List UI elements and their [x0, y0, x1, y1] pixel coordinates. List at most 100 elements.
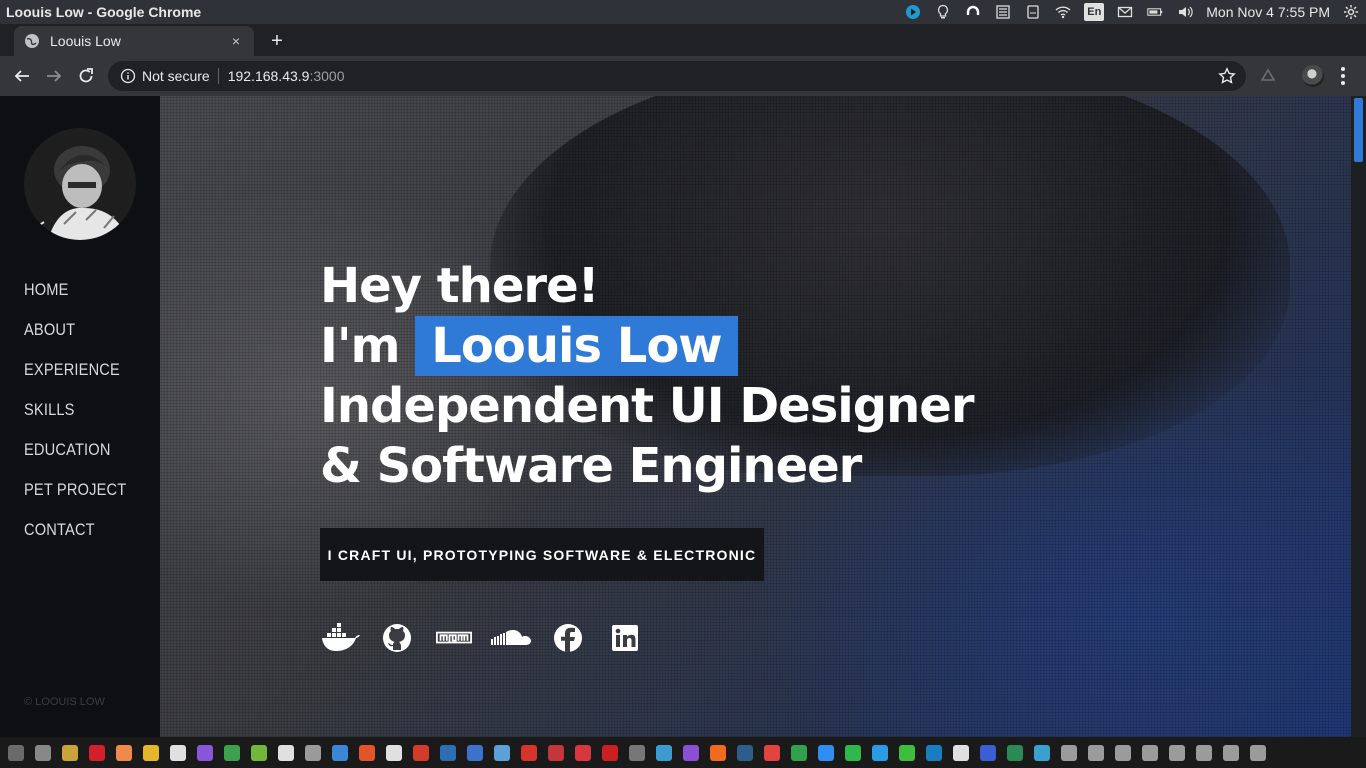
- os-top-bar: Loouis Low - Google Chrome En Mon Nov 4 …: [0, 0, 1366, 24]
- dock-app-icon[interactable]: [1034, 744, 1050, 761]
- new-tab-button[interactable]: +: [264, 28, 290, 54]
- dock-app-icon[interactable]: [332, 744, 348, 761]
- browser-toolbar: Not secure 192.168.43.9:3000: [0, 56, 1366, 96]
- dock-app-icon[interactable]: [764, 744, 780, 761]
- info-icon[interactable]: [120, 68, 136, 84]
- hero-section: Hey there! I'm Loouis Low Independent UI…: [160, 96, 1351, 737]
- tab-strip: Loouis Low × +: [0, 24, 1366, 56]
- sidebar-item-pet-project[interactable]: PET PROJECT: [24, 480, 126, 520]
- npm-icon[interactable]: [434, 622, 474, 654]
- clock[interactable]: Mon Nov 4 7:55 PM: [1206, 4, 1330, 20]
- dock-app-icon[interactable]: [872, 744, 888, 761]
- dock-app-icon[interactable]: [1007, 744, 1023, 761]
- dock-app-icon[interactable]: [1088, 744, 1104, 761]
- sidebar-item-about[interactable]: ABOUT: [24, 320, 126, 360]
- profile-avatar[interactable]: [1302, 65, 1324, 87]
- back-arrow-icon[interactable]: [10, 64, 34, 88]
- url-host: 192.168.43.9: [227, 68, 310, 84]
- dock-app-icon[interactable]: [1250, 744, 1266, 761]
- lightbulb-icon[interactable]: [934, 4, 952, 20]
- tab-title: Loouis Low: [50, 33, 121, 49]
- dock-app-icon[interactable]: [953, 744, 969, 761]
- dock-app-icon[interactable]: [89, 744, 105, 761]
- sidebar-item-home[interactable]: HOME: [24, 280, 126, 320]
- dock-app-icon[interactable]: [143, 744, 159, 761]
- dock-app-icon[interactable]: [278, 744, 294, 761]
- headline-intro: I'm Loouis Low: [320, 316, 974, 376]
- dock-app-icon[interactable]: [710, 744, 726, 761]
- dock-app-icon[interactable]: [629, 744, 645, 761]
- dock-app-icon[interactable]: [62, 744, 78, 761]
- linkedin-icon[interactable]: [605, 622, 645, 654]
- hero-headline: Hey there! I'm Loouis Low Independent UI…: [320, 256, 974, 496]
- facebook-icon[interactable]: [548, 622, 588, 654]
- security-status[interactable]: Not secure: [142, 68, 219, 84]
- dock-app-icon[interactable]: [818, 744, 834, 761]
- reload-icon[interactable]: [74, 64, 98, 88]
- bookmark-star-icon[interactable]: [1218, 67, 1236, 85]
- dock-app-icon[interactable]: [1169, 744, 1185, 761]
- sidebar-footer: © LOOUIS LOW: [24, 696, 105, 708]
- sidebar-item-contact[interactable]: CONTACT: [24, 520, 126, 560]
- sidebar-item-skills[interactable]: SKILLS: [24, 400, 126, 440]
- headphones-icon[interactable]: [964, 4, 982, 20]
- input-method-indicator[interactable]: En: [1084, 3, 1105, 21]
- dock-app-icon[interactable]: [467, 744, 483, 761]
- volume-icon[interactable]: [1176, 4, 1194, 20]
- dock-app-icon[interactable]: [197, 744, 213, 761]
- soundcloud-icon[interactable]: [491, 622, 531, 654]
- dock-app-icon[interactable]: [1223, 744, 1239, 761]
- address-bar[interactable]: Not secure 192.168.43.9:3000: [108, 61, 1246, 91]
- dock-app-icon[interactable]: [845, 744, 861, 761]
- tab-close-icon[interactable]: ×: [228, 33, 244, 49]
- device-icon[interactable]: [1024, 4, 1042, 20]
- dock-app-icon[interactable]: [359, 744, 375, 761]
- page-scrollbar[interactable]: [1351, 96, 1366, 737]
- dock-app-icon[interactable]: [116, 744, 132, 761]
- system-tray: En Mon Nov 4 7:55 PM: [904, 0, 1360, 24]
- dock-app-icon[interactable]: [386, 744, 402, 761]
- globe-icon: [25, 34, 39, 48]
- battery-icon[interactable]: [1146, 4, 1164, 20]
- dock-app-icon[interactable]: [656, 744, 672, 761]
- dock-app-icon[interactable]: [251, 744, 267, 761]
- sidebar-item-experience[interactable]: EXPERIENCE: [24, 360, 126, 400]
- dock-app-icon[interactable]: [1142, 744, 1158, 761]
- dock-app-icon[interactable]: [1115, 744, 1131, 761]
- browser-menu-icon[interactable]: [1338, 65, 1348, 87]
- dock-app-icon[interactable]: [521, 744, 537, 761]
- dock-app-icon[interactable]: [926, 744, 942, 761]
- dock-app-icon[interactable]: [1196, 744, 1212, 761]
- dock-app-icon[interactable]: [602, 744, 618, 761]
- dock-app-icon[interactable]: [683, 744, 699, 761]
- extension-icon[interactable]: [1258, 66, 1278, 86]
- dock-app-icon[interactable]: [980, 744, 996, 761]
- notes-icon[interactable]: [994, 4, 1012, 20]
- forward-arrow-icon[interactable]: [42, 64, 66, 88]
- dock-app-icon[interactable]: [8, 744, 24, 761]
- dock-app-icon[interactable]: [791, 744, 807, 761]
- tagline-button[interactable]: I CRAFT UI, PROTOTYPING SOFTWARE & ELECT…: [320, 528, 764, 581]
- dock-app-icon[interactable]: [440, 744, 456, 761]
- headline-prefix: I'm: [320, 318, 416, 374]
- browser-tab[interactable]: Loouis Low ×: [14, 26, 254, 56]
- github-icon[interactable]: [377, 622, 417, 654]
- media-player-icon[interactable]: [904, 4, 922, 20]
- dock-app-icon[interactable]: [1061, 744, 1077, 761]
- dock-app-icon[interactable]: [224, 744, 240, 761]
- dock-app-icon[interactable]: [737, 744, 753, 761]
- scrollbar-thumb[interactable]: [1354, 98, 1363, 162]
- dock-app-icon[interactable]: [548, 744, 564, 761]
- dock-app-icon[interactable]: [413, 744, 429, 761]
- dock-app-icon[interactable]: [575, 744, 591, 761]
- wifi-icon[interactable]: [1054, 4, 1072, 20]
- dock-app-icon[interactable]: [305, 744, 321, 761]
- settings-gear-icon[interactable]: [1342, 4, 1360, 20]
- dock-app-icon[interactable]: [899, 744, 915, 761]
- mail-icon[interactable]: [1116, 4, 1134, 20]
- docker-icon[interactable]: [320, 622, 360, 654]
- dock-app-icon[interactable]: [494, 744, 510, 761]
- sidebar-item-education[interactable]: EDUCATION: [24, 440, 126, 480]
- dock-app-icon[interactable]: [35, 744, 51, 761]
- dock-app-icon[interactable]: [170, 744, 186, 761]
